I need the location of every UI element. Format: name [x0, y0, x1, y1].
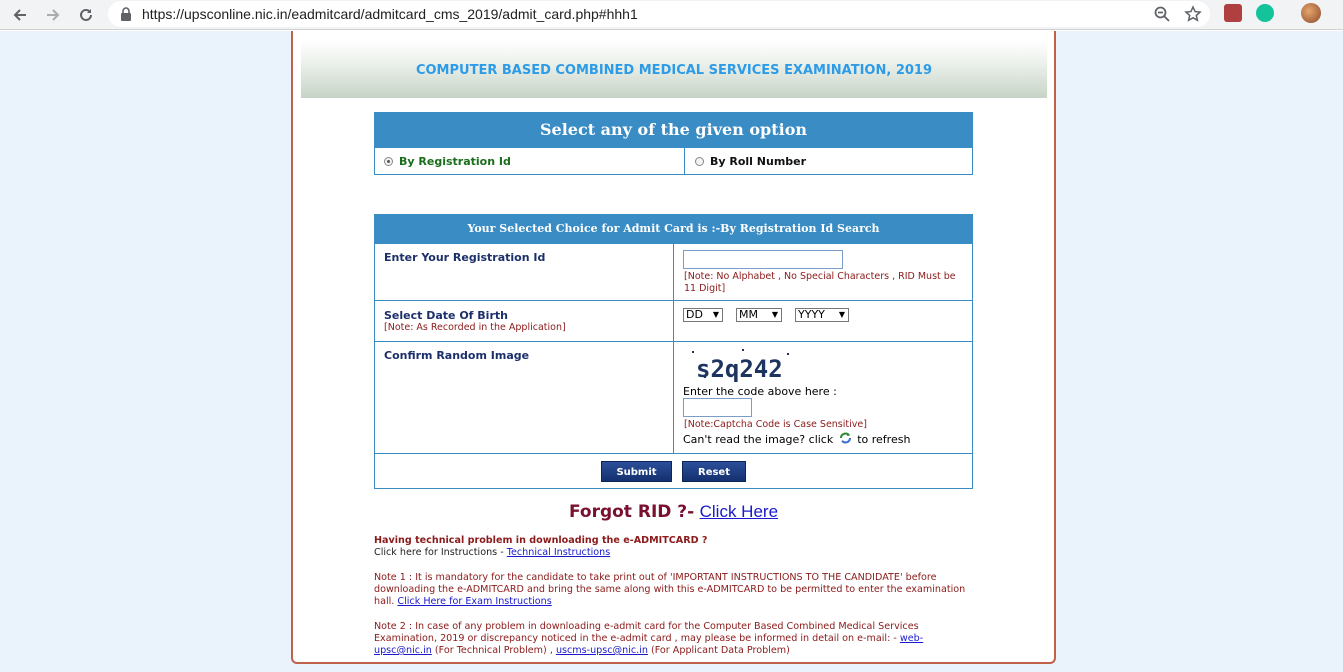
technical-help-heading: Having technical problem in downloading … — [374, 535, 708, 546]
lock-icon — [121, 7, 131, 21]
back-arrow-icon — [13, 9, 26, 21]
roll-number-radio[interactable] — [695, 157, 704, 166]
profile-avatar-icon[interactable] — [1301, 3, 1321, 23]
technical-help-prefix: Click here for Instructions - — [374, 547, 504, 558]
forward-button[interactable] — [42, 4, 64, 26]
captcha-noise — [787, 353, 789, 355]
exam-title: COMPUTER BASED COMBINED MEDICAL SERVICES… — [415, 63, 933, 78]
captcha-code: s2q242 — [696, 355, 783, 383]
grammarly-extension-icon[interactable] — [1256, 4, 1274, 22]
chevron-down-icon: ▼ — [712, 310, 719, 319]
data-email-suffix: (For Applicant Data Problem) — [651, 645, 790, 656]
browser-toolbar: https://upsconline.nic.in/eadmitcard/adm… — [0, 0, 1343, 30]
reset-button[interactable]: Reset — [682, 461, 746, 482]
form-divider — [375, 300, 972, 301]
dob-year-select[interactable]: YYYY ▼ — [795, 308, 849, 322]
option-registration-id[interactable]: By Registration Id — [375, 148, 685, 175]
captcha-noise — [704, 376, 706, 378]
registration-id-note: [Note: No Alphabet , No Special Characte… — [684, 271, 956, 294]
option-row: By Registration Id By Roll Number — [375, 147, 972, 175]
refresh-prefix: Can't read the image? click — [683, 433, 834, 446]
form-divider — [375, 453, 972, 454]
data-email-link[interactable]: uscms-upsc@nic.in — [556, 645, 648, 656]
dob-day-select[interactable]: DD ▼ — [683, 308, 723, 322]
dob-day-value: DD — [686, 308, 703, 321]
refresh-suffix: to refresh — [857, 433, 911, 446]
admit-card-form: Your Selected Choice for Admit Card is :… — [374, 214, 973, 489]
chevron-down-icon: ▼ — [838, 310, 845, 319]
option-registration-label: By Registration Id — [399, 155, 511, 168]
exam-instructions-link[interactable]: Click Here for Exam Instructions — [397, 596, 551, 607]
forgot-rid: Forgot RID ?- Click Here — [374, 502, 973, 522]
exam-banner: COMPUTER BASED COMBINED MEDICAL SERVICES… — [301, 40, 1047, 98]
captcha-label: Confirm Random Image — [384, 349, 530, 362]
captcha-note: [Note:Captcha Code is Case Sensitive] — [684, 419, 867, 430]
dob-label: Select Date Of Birth — [384, 309, 508, 322]
captcha-image: s2q242 — [684, 347, 794, 389]
technical-help: Having technical problem in downloading … — [374, 535, 974, 559]
dob-year-value: YYYY — [798, 308, 825, 321]
forgot-rid-text: Forgot RID ?- — [568, 502, 695, 522]
form-column-divider — [673, 243, 674, 453]
forward-arrow-icon — [47, 9, 60, 21]
option-roll-label: By Roll Number — [710, 155, 807, 168]
registration-id-input[interactable] — [683, 250, 843, 269]
option-heading: Select any of the given option — [375, 113, 972, 147]
technical-email-suffix: (For Technical Problem) , — [434, 645, 553, 656]
address-bar[interactable]: https://upsconline.nic.in/eadmitcard/adm… — [108, 1, 1210, 27]
pdf-extension-icon[interactable] — [1224, 4, 1242, 22]
registration-id-label: Enter Your Registration Id — [384, 251, 546, 264]
note-2: Note 2 : In case of any problem in downl… — [374, 621, 974, 657]
captcha-refresh-line: Can't read the image? click to refresh — [683, 432, 910, 446]
forgot-rid-link[interactable]: Click Here — [700, 502, 778, 521]
dob-month-value: MM — [739, 308, 758, 321]
refresh-captcha-icon[interactable] — [839, 432, 852, 444]
chevron-down-icon: ▼ — [771, 310, 778, 319]
submit-button[interactable]: Submit — [601, 461, 672, 482]
captcha-noise — [742, 349, 744, 351]
reload-icon — [80, 8, 92, 21]
form-divider — [375, 341, 972, 342]
captcha-prompt: Enter the code above here : — [683, 385, 837, 398]
note-2-text: Note 2 : In case of any problem in downl… — [374, 621, 919, 644]
note-1: Note 1 : It is mandatory for the candida… — [374, 572, 974, 608]
option-roll-number[interactable]: By Roll Number — [686, 148, 972, 175]
form-heading: Your Selected Choice for Admit Card is :… — [375, 215, 972, 243]
reload-button[interactable] — [75, 4, 97, 26]
back-button[interactable] — [9, 4, 31, 26]
url-text: https://upsconline.nic.in/eadmitcard/adm… — [142, 6, 638, 22]
technical-instructions-link[interactable]: Technical Instructions — [507, 547, 610, 558]
dob-note: [Note: As Recorded in the Application] — [384, 322, 566, 333]
registration-radio[interactable] — [384, 157, 393, 166]
dob-month-select[interactable]: MM ▼ — [736, 308, 782, 322]
option-selector: Select any of the given option By Regist… — [374, 112, 973, 175]
captcha-noise — [692, 351, 694, 353]
captcha-input[interactable] — [683, 398, 752, 417]
zoom-icon[interactable] — [1153, 5, 1171, 23]
star-icon[interactable] — [1184, 5, 1202, 23]
